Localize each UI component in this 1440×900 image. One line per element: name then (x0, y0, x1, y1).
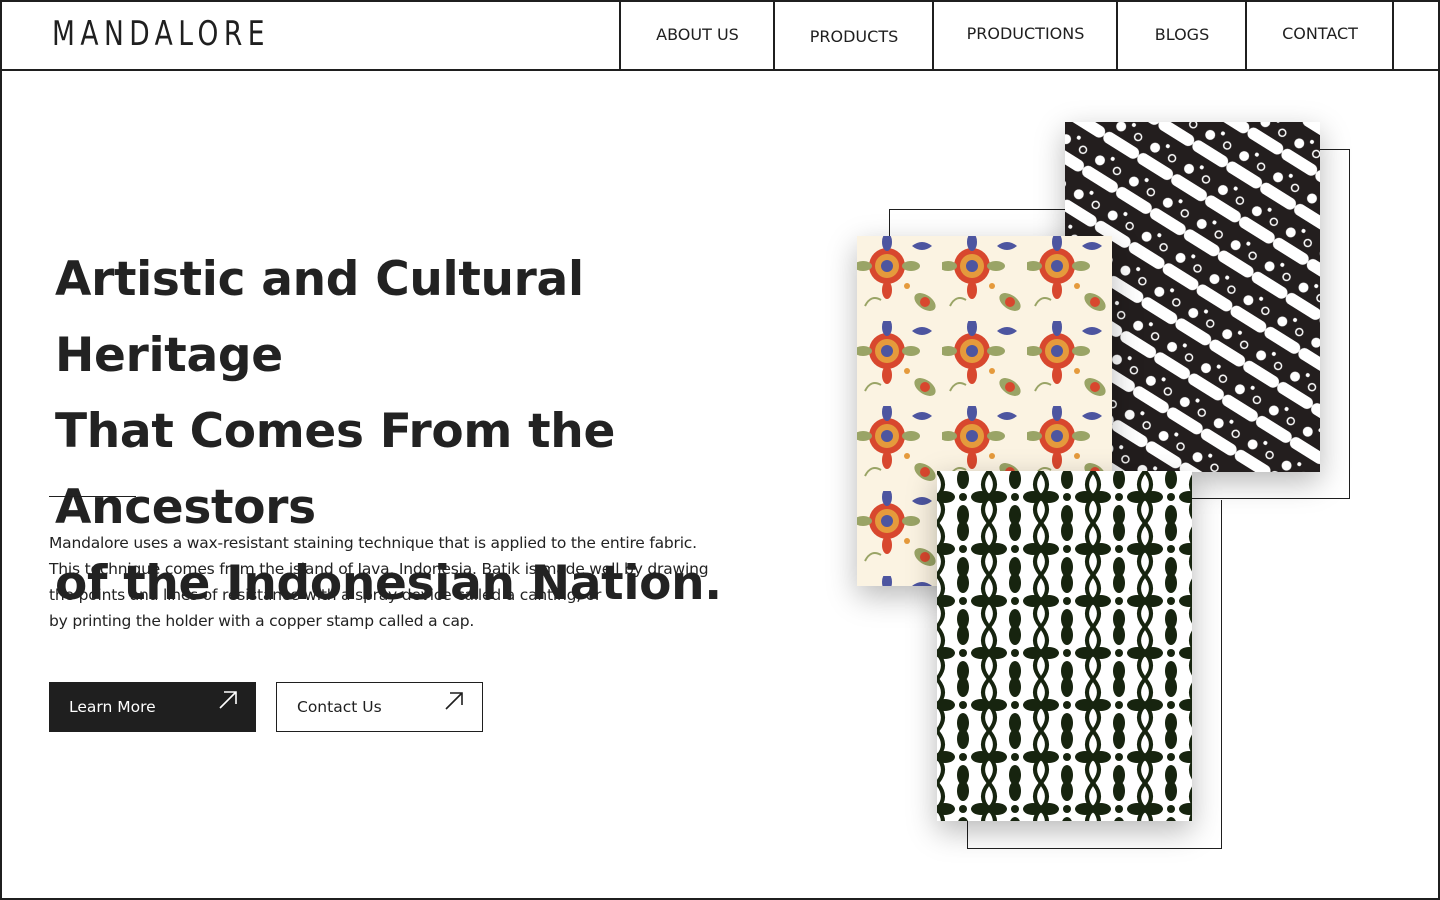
headline-line: Artistic and Cultural Heritage (55, 252, 584, 383)
divider (49, 496, 136, 497)
nav-label: BLOGS (1154, 25, 1210, 44)
learn-more-button[interactable]: Learn More (49, 682, 256, 732)
description-line: the points and lines of resistance with … (49, 586, 602, 604)
nav-about-us[interactable]: ABOUT US (619, 0, 774, 69)
nav-products[interactable]: PRODUCTS (773, 0, 933, 69)
description-line: by printing the holder with a copper sta… (49, 612, 475, 630)
nav-label: ABOUT US (656, 25, 739, 44)
learn-more-label: Learn More (69, 698, 156, 716)
arrow-up-right-icon (219, 691, 237, 709)
hero-description: Mandalore uses a wax-resistant staining … (49, 530, 709, 634)
arrow-up-right-icon (445, 692, 463, 710)
nav-end-cell (1392, 0, 1438, 69)
nav-label: PRODUCTIONS (966, 24, 1085, 43)
brand-logo[interactable]: MANDALORE (52, 14, 270, 54)
nav-contact[interactable]: CONTACT (1245, 0, 1393, 69)
nav-blogs[interactable]: BLOGS (1116, 0, 1246, 69)
kawung-batik-image (937, 471, 1192, 821)
description-line: This technique comes from the island of … (49, 560, 709, 578)
headline-line: That Comes From the Ancestors (55, 404, 616, 535)
description-line: Mandalore uses a wax-resistant staining … (49, 534, 697, 552)
nav-label: PRODUCTS (809, 27, 899, 46)
nav-productions[interactable]: PRODUCTIONS (932, 0, 1117, 69)
site-header: MANDALORE ABOUT US PRODUCTS PRODUCTIONS … (0, 0, 1440, 71)
contact-us-button[interactable]: Contact Us (276, 682, 483, 732)
card-outline-floral (889, 209, 1089, 239)
nav-label: CONTACT (1282, 24, 1358, 43)
contact-us-label: Contact Us (297, 698, 382, 716)
